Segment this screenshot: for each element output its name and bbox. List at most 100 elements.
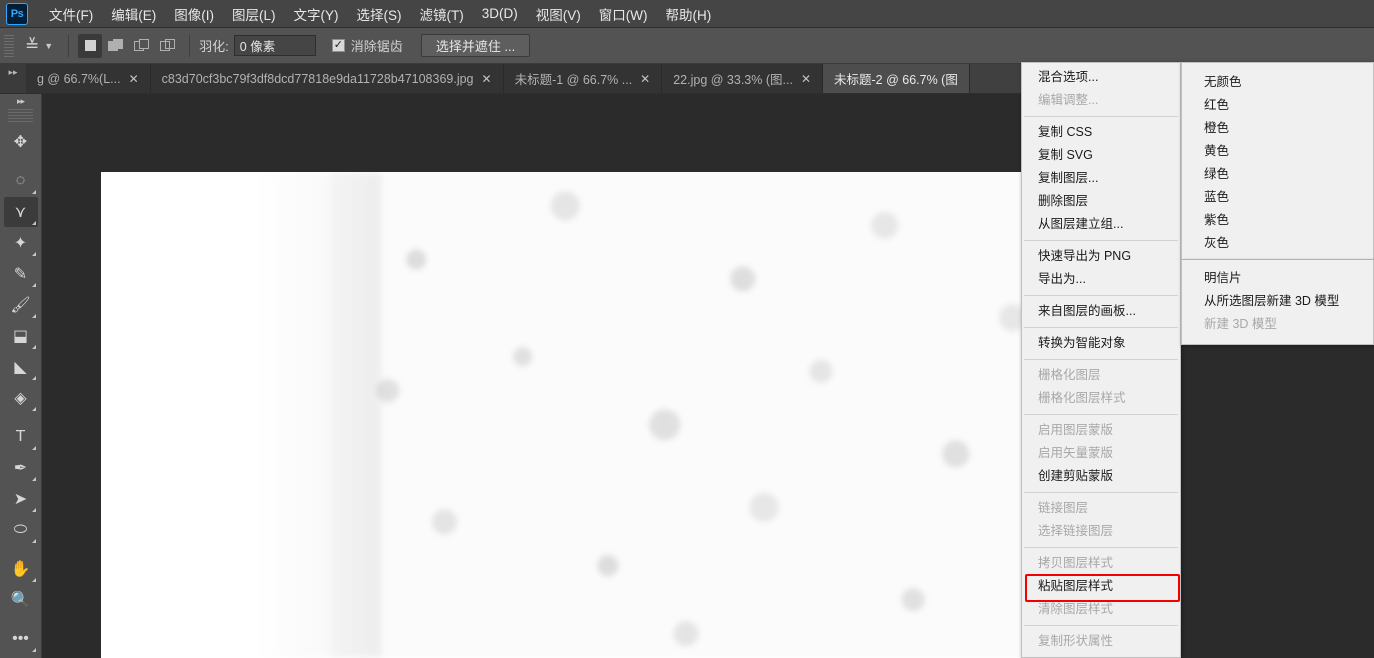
color-submenu-item[interactable]: 橙色 <box>1182 117 1373 140</box>
flyout-triangle-icon <box>31 539 36 543</box>
menu-item[interactable]: 来自图层的画板... <box>1022 300 1180 323</box>
photoshop-logo-icon[interactable]: Ps <box>6 2 28 25</box>
lasso-tool[interactable]: ⋎ <box>3 197 38 227</box>
checkmark-icon: ✓ <box>331 39 345 52</box>
3d-submenu-item[interactable]: 明信片 <box>1182 267 1373 290</box>
flyout-triangle-icon <box>31 446 36 450</box>
clone-stamp-tool[interactable]: ⬓ <box>4 321 38 351</box>
close-icon[interactable]: ✕ <box>801 73 811 85</box>
document-canvas[interactable] <box>101 172 1041 658</box>
add-to-selection-button[interactable] <box>104 34 128 58</box>
menu-item[interactable]: 快速导出为 PNG <box>1022 245 1180 268</box>
new-selection-button[interactable] <box>78 33 103 58</box>
menu-item: 拷贝图层样式 <box>1038 556 1114 570</box>
menu-item[interactable]: 从图层建立组... <box>1022 213 1180 236</box>
hand-tool[interactable]: ✋ <box>4 554 38 584</box>
3d-submenu-item: 新建 3D 模型 <box>1204 317 1277 331</box>
menu-file[interactable]: 文件(F) <box>40 0 102 28</box>
ellipse-tool[interactable]: ⬭ <box>4 515 38 545</box>
subtract-from-selection-icon <box>134 38 150 53</box>
layer-context-menu[interactable]: 混合选项... 编辑调整... 复制 CSS 复制 SVG 复制图层... 删除图层 从图层… <box>1021 62 1181 658</box>
menu-edit[interactable]: 编辑(E) <box>102 0 165 28</box>
paint-bucket-tool[interactable]: ◈ <box>4 383 38 413</box>
feather-input[interactable]: 0 像素 <box>233 35 316 56</box>
color-submenu-item[interactable]: 绿色 <box>1182 163 1373 186</box>
menu-item[interactable]: 复制图层... <box>1022 167 1180 190</box>
flyout-triangle-icon <box>31 508 36 512</box>
menu-item[interactable]: 创建剪贴蒙版 <box>1022 465 1180 488</box>
menu-select[interactable]: 选择(S) <box>348 0 411 28</box>
document-tab[interactable]: g @ 66.7%(L... ✕ <box>26 64 151 93</box>
zoom-tool[interactable]: 🔍 <box>4 585 38 615</box>
panel-expand-icon[interactable]: ▸▸ <box>0 64 26 93</box>
document-tab-title: g @ 66.7%(L... <box>37 71 121 86</box>
eraser-tool[interactable]: ◣ <box>4 352 38 382</box>
color-submenu-item[interactable]: 红色 <box>1182 94 1373 117</box>
new-3d-submenu[interactable]: 明信片 从所选图层新建 3D 模型新建 3D 模型 <box>1181 260 1374 345</box>
options-bar-grip[interactable] <box>4 34 14 57</box>
menu-separator <box>1024 240 1178 241</box>
pen-tool[interactable]: ✒ <box>4 453 38 483</box>
document-tab[interactable]: c83d70cf3bc79f3df8dcd77818e9da11728b4710… <box>150 64 504 93</box>
document-tab[interactable]: 未标题-2 @ 66.7% (图 <box>823 64 970 93</box>
color-submenu-item[interactable]: 蓝色 <box>1182 186 1373 209</box>
menu-item-highlighted[interactable]: 粘贴图层样式 <box>1022 574 1180 602</box>
magic-wand-tool[interactable]: ✦ <box>4 228 38 258</box>
menu-item[interactable]: 导出为... <box>1022 268 1180 291</box>
menu-item[interactable]: 复制 CSS <box>1022 121 1180 144</box>
layer-color-submenu[interactable]: 无颜色 红色 橙色 黄色 绿色 蓝色 紫色 灰色 <box>1181 62 1374 260</box>
flyout-triangle-icon <box>31 314 36 318</box>
tools-collapse-icon[interactable]: ▸▸ <box>0 94 41 109</box>
edit-toolbar-tool[interactable]: ••• <box>4 624 38 654</box>
move-tool[interactable]: ✥ <box>4 127 38 157</box>
flyout-triangle-icon <box>31 407 36 411</box>
clone-stamp-tool-icon: ⬓ <box>12 328 29 345</box>
intersect-selection-icon <box>160 38 176 53</box>
close-icon[interactable]: ✕ <box>129 73 139 85</box>
path-selection-tool[interactable]: ➤ <box>4 484 38 514</box>
menu-filter[interactable]: 滤镜(T) <box>411 0 473 28</box>
new-selection-icon <box>84 40 96 51</box>
type-tool[interactable]: T <box>4 422 38 452</box>
elliptical-marquee-tool[interactable]: ◌ <box>4 166 38 196</box>
menu-item[interactable]: 转换为智能对象 <box>1022 332 1180 355</box>
menu-image[interactable]: 图像(I) <box>165 0 223 28</box>
intersect-selection-button[interactable] <box>156 34 180 58</box>
menu-item[interactable]: 删除图层 <box>1022 190 1180 213</box>
menu-bar-items: 文件(F) 编辑(E) 图像(I) 图层(L) 文字(Y) 选择(S) 滤镜(T) 3D(D)… <box>40 0 720 28</box>
color-submenu-item[interactable]: 灰色 <box>1182 232 1373 255</box>
menu-type[interactable]: 文字(Y) <box>285 0 348 28</box>
menu-item[interactable]: 复制 SVG <box>1022 144 1180 167</box>
document-tab[interactable]: 未标题-1 @ 66.7% ... ✕ <box>503 64 663 93</box>
brush-tool[interactable]: 🖌 <box>4 290 38 320</box>
3d-submenu-item[interactable]: 从所选图层新建 3D 模型 <box>1182 290 1373 313</box>
magic-wand-tool-icon: ✦ <box>13 235 28 252</box>
color-submenu-item[interactable]: 无颜色 <box>1182 71 1373 94</box>
eraser-tool-icon: ◣ <box>14 359 27 376</box>
menu-view[interactable]: 视图(V) <box>527 0 590 28</box>
pen-tool-icon: ✒ <box>13 460 28 477</box>
menu-separator <box>1024 116 1178 117</box>
menu-layer[interactable]: 图层(L) <box>223 0 285 28</box>
close-icon[interactable]: ✕ <box>640 73 650 85</box>
flyout-triangle-icon <box>31 283 36 287</box>
color-submenu-item[interactable]: 紫色 <box>1182 209 1373 232</box>
menu-item: 启用矢量蒙版 <box>1038 446 1114 460</box>
color-submenu-item[interactable]: 黄色 <box>1182 140 1373 163</box>
menu-3d[interactable]: 3D(D) <box>473 2 527 25</box>
select-and-mask-button[interactable]: 选择并遮住 ... <box>420 34 531 57</box>
paint-bucket-tool-icon: ◈ <box>14 390 27 407</box>
eyedropper-tool[interactable]: ✎ <box>4 259 38 289</box>
menu-window[interactable]: 窗口(W) <box>590 0 657 28</box>
menu-item[interactable]: 混合选项... <box>1022 66 1180 89</box>
feather-label: 羽化: <box>199 39 229 54</box>
chevron-down-icon: ▼ <box>44 40 54 51</box>
document-tab[interactable]: 22.jpg @ 33.3% (图... ✕ <box>662 64 823 93</box>
antialias-checkbox[interactable]: ✓ 消除锯齿 <box>331 36 403 55</box>
subtract-from-selection-button[interactable] <box>130 34 154 58</box>
tool-preset-picker[interactable]: ≚ ▼ <box>19 37 59 54</box>
menu-help[interactable]: 帮助(H) <box>656 0 720 28</box>
close-icon[interactable]: ✕ <box>482 73 492 85</box>
tools-panel-grip[interactable] <box>8 109 33 123</box>
flyout-triangle-icon <box>31 376 36 380</box>
